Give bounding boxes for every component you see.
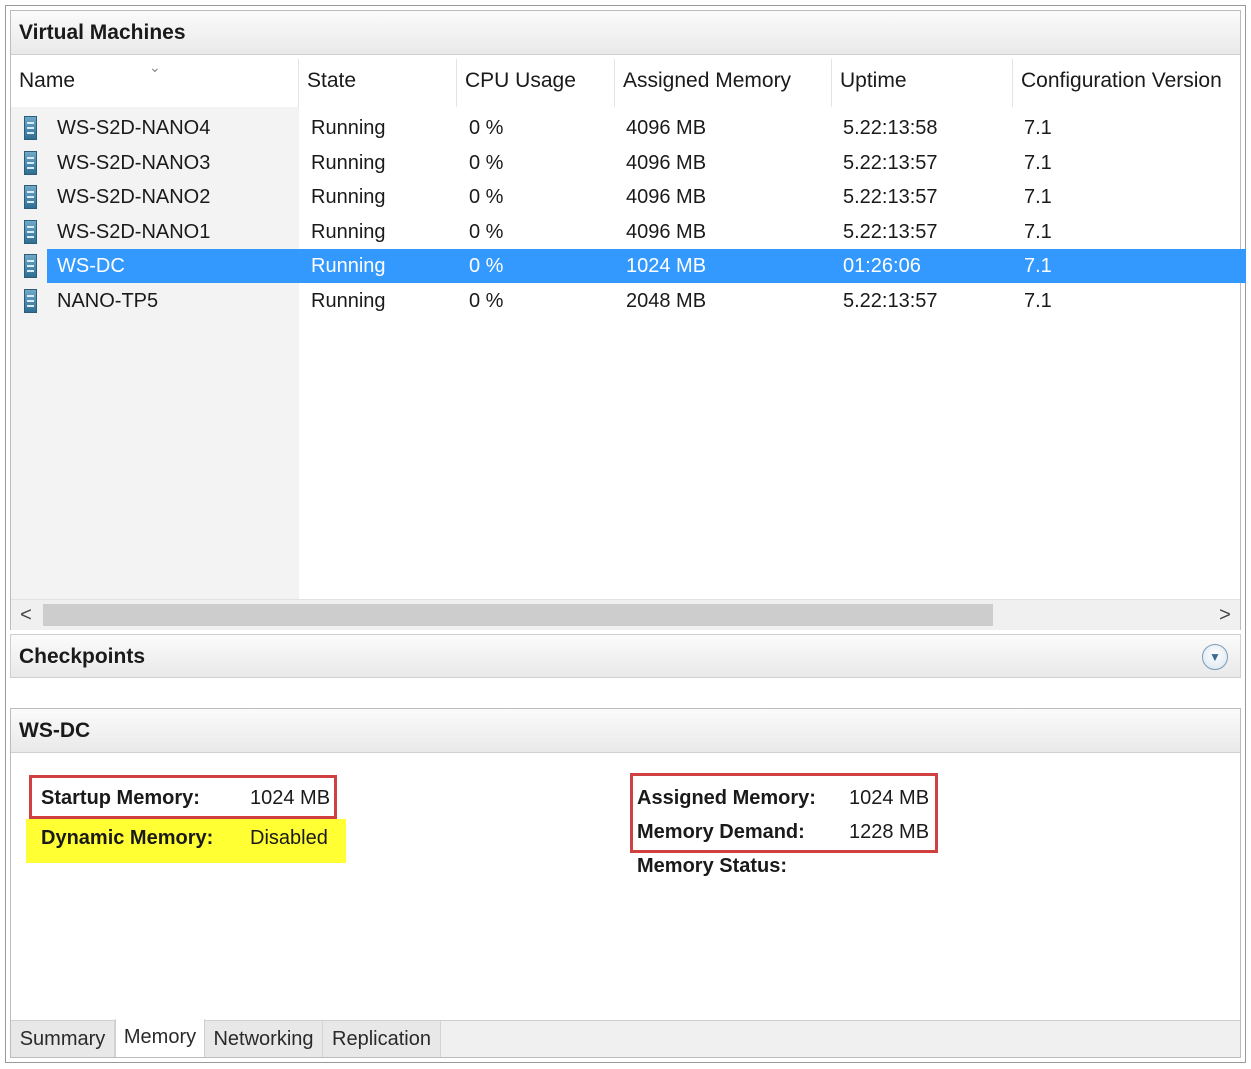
- vm-row[interactable]: WS-S2D-NANO2 Running 0 % 4096 MB 5.22:13:57 7…: [21, 180, 1246, 214]
- column-header-state[interactable]: State: [299, 59, 457, 107]
- checkpoints-header[interactable]: Checkpoints ▼: [10, 634, 1241, 678]
- memory-demand-label: Memory Demand:: [637, 821, 805, 843]
- sort-descending-icon: ⌄: [149, 59, 161, 75]
- vm-row[interactable]: WS-S2D-NANO1 Running 0 % 4096 MB 5.22:13:57 7…: [21, 215, 1246, 249]
- vm-assigned-memory: 4096 MB: [626, 117, 707, 139]
- memory-demand-value: 1228 MB: [849, 821, 930, 843]
- vm-name: WS-S2D-NANO4: [57, 117, 211, 139]
- horizontal-scrollbar[interactable]: < >: [11, 599, 1240, 630]
- vm-uptime: 5.22:13:58: [843, 117, 938, 139]
- vm-assigned-memory: 2048 MB: [626, 289, 707, 312]
- scrollbar-thumb[interactable]: [43, 604, 993, 626]
- virtual-machine-icon: [24, 254, 37, 278]
- virtual-machine-icon: [24, 150, 37, 175]
- vm-state: Running: [311, 117, 386, 139]
- startup-memory-value: 1024 MB: [250, 787, 331, 809]
- virtual-machine-icon: [24, 288, 37, 313]
- vm-configuration-version: 7.1: [1024, 255, 1052, 277]
- vm-cpu-usage: 0 %: [469, 255, 504, 277]
- virtual-machines-header: Virtual Machines: [11, 11, 1240, 55]
- vm-state: Running: [311, 220, 386, 243]
- tab-summary[interactable]: Summary: [11, 1021, 115, 1057]
- vm-name: NANO-TP5: [57, 289, 159, 312]
- scroll-left-icon[interactable]: <: [11, 600, 41, 630]
- memory-demand-row: Memory Demand: 1228 MB: [637, 817, 937, 847]
- checkpoints-panel: Checkpoints ▼: [10, 634, 1241, 682]
- startup-memory-row: Startup Memory: 1024 MB: [41, 783, 341, 813]
- vm-cpu-usage: 0 %: [469, 117, 504, 139]
- vm-cpu-usage: 0 %: [469, 186, 504, 208]
- virtual-machine-icon: [24, 185, 37, 209]
- vm-row[interactable]: NANO-TP5 Running 0 % 2048 MB 5.22:13:57 7.1: [21, 284, 1246, 318]
- vm-name: WS-S2D-NANO1: [57, 220, 211, 243]
- vm-name: WS-DC: [57, 255, 125, 277]
- tab-replication[interactable]: Replication: [323, 1021, 441, 1057]
- vm-uptime: 01:26:06: [843, 255, 921, 277]
- vm-configuration-version: 7.1: [1024, 186, 1052, 208]
- startup-memory-label: Startup Memory:: [41, 787, 200, 809]
- tab-memory[interactable]: Memory: [115, 1019, 205, 1057]
- vm-assigned-memory: 1024 MB: [626, 255, 707, 277]
- vm-configuration-version: 7.1: [1024, 220, 1052, 243]
- memory-status-label: Memory Status:: [637, 855, 788, 877]
- vm-uptime: 5.22:13:57: [843, 220, 938, 243]
- scroll-right-icon[interactable]: >: [1210, 600, 1240, 630]
- dynamic-memory-row: Dynamic Memory: Disabled: [41, 823, 341, 853]
- dynamic-memory-value: Disabled: [250, 827, 328, 849]
- vm-name: WS-S2D-NANO3: [57, 151, 211, 174]
- memory-status-row: Memory Status:: [637, 851, 937, 881]
- column-header-name[interactable]: ⌄ Name: [11, 59, 299, 107]
- column-header-assigned-memory[interactable]: Assigned Memory: [615, 59, 832, 107]
- details-tabs: Summary Memory Networking Replication: [11, 1019, 1240, 1057]
- virtual-machine-icon: [24, 116, 37, 140]
- vm-details-header: WS-DC: [11, 709, 1240, 753]
- vm-state: Running: [311, 151, 386, 174]
- virtual-machines-panel: Virtual Machines ⌄ Name State CPU Usage …: [10, 10, 1246, 630]
- virtual-machine-icon: [24, 219, 37, 244]
- assigned-memory-label: Assigned Memory:: [637, 787, 816, 809]
- vm-state: Running: [311, 289, 386, 312]
- vm-cpu-usage: 0 %: [469, 151, 504, 174]
- vm-row[interactable]: WS-S2D-NANO4 Running 0 % 4096 MB 5.22:13:58 7…: [21, 111, 1246, 145]
- vm-assigned-memory: 4096 MB: [626, 220, 707, 243]
- column-header-name-label: Name: [19, 69, 76, 92]
- vm-state: Running: [311, 186, 386, 208]
- vm-configuration-version: 7.1: [1024, 289, 1052, 312]
- vm-configuration-version: 7.1: [1024, 151, 1052, 174]
- vm-row[interactable]: WS-S2D-NANO3 Running 0 % 4096 MB 5.22:13:57 7…: [21, 146, 1246, 180]
- column-header-configuration-version[interactable]: Configuration Version: [1013, 59, 1240, 107]
- checkpoints-title: Checkpoints: [19, 645, 146, 668]
- vm-state: Running: [311, 255, 386, 277]
- tab-networking[interactable]: Networking: [205, 1021, 323, 1057]
- dynamic-memory-label: Dynamic Memory:: [41, 827, 214, 849]
- vm-assigned-memory: 4096 MB: [626, 186, 707, 208]
- vm-cpu-usage: 0 %: [469, 220, 504, 243]
- vm-details-panel: WS-DC Startup Memory: 1024 MB Dynamic Me…: [10, 708, 1241, 1058]
- column-header-uptime[interactable]: Uptime: [832, 59, 1013, 107]
- vm-uptime: 5.22:13:57: [843, 289, 938, 312]
- assigned-memory-row: Assigned Memory: 1024 MB: [637, 783, 937, 813]
- vm-name: WS-S2D-NANO2: [57, 186, 211, 208]
- column-header-cpu-usage[interactable]: CPU Usage: [457, 59, 615, 107]
- column-headers: ⌄ Name State CPU Usage Assigned Memory U…: [11, 59, 1240, 107]
- vm-row[interactable]: WS-DC Running 0 % 1024 MB 01:26:06 7.1: [21, 249, 1246, 283]
- vm-configuration-version: 7.1: [1024, 117, 1052, 139]
- vm-uptime: 5.22:13:57: [843, 151, 938, 174]
- vm-assigned-memory: 4096 MB: [626, 151, 707, 174]
- vm-cpu-usage: 0 %: [469, 289, 504, 312]
- vm-uptime: 5.22:13:57: [843, 186, 938, 208]
- hyper-v-manager-window: Virtual Machines ⌄ Name State CPU Usage …: [5, 5, 1246, 1063]
- assigned-memory-value: 1024 MB: [849, 787, 930, 809]
- chevron-down-circle-icon[interactable]: ▼: [1202, 644, 1228, 670]
